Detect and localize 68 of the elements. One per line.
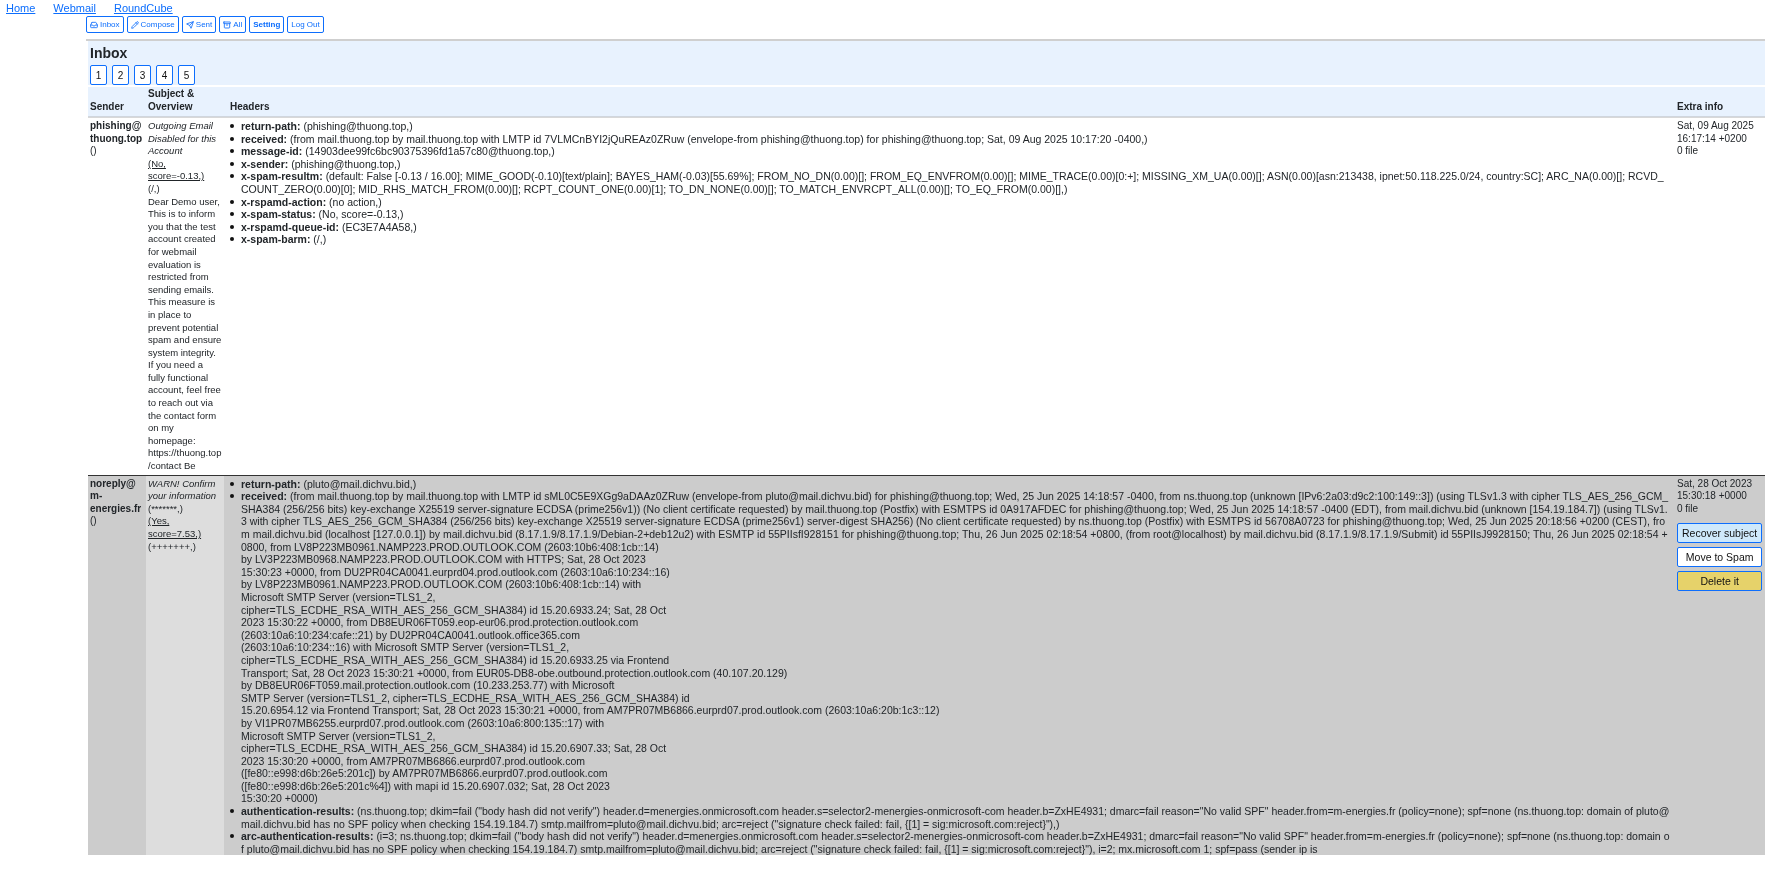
header-line: received: (from mail.thuong.top by mail.thuong.top with LMTP id 7VLMCnBYI2jQuREAz0ZRuw (envelope-from phishing@thuong.top) for phishing@thuong.top; Sat, 09 Aug 2025 10:17:20 -0400,) xyxy=(241,132,1148,146)
header-line: message-id: (14903dee99fc6bc90375396fd1a57c80@thuong.top,) xyxy=(241,145,555,158)
bullet-icon xyxy=(230,834,234,839)
bullet-icon xyxy=(230,237,234,242)
bullet-icon xyxy=(230,161,234,166)
archive-box-icon xyxy=(223,20,232,29)
column-header: Extra info xyxy=(1676,100,1725,113)
action-button[interactable]: Move to Spam xyxy=(1677,547,1763,568)
bullet-icon xyxy=(230,212,234,217)
bullet-icon xyxy=(230,494,234,499)
page-button[interactable]: 1 xyxy=(90,65,107,85)
bullet-icon xyxy=(230,481,234,486)
sender-address: phishing@thuong.top xyxy=(90,120,143,144)
sender-name: () xyxy=(90,145,97,157)
sender-address: noreply@m-energies.fr xyxy=(90,477,142,514)
bullet-icon xyxy=(230,809,234,814)
subject-title: WARN! Confirm your information xyxy=(148,477,217,502)
sender-name: () xyxy=(90,515,97,527)
bullet-icon xyxy=(230,136,234,141)
header-line: arc-authentication-results: (i=3; ns.thuong.top; dkim=fail ("body hash did not verify") header.d=menergies.onmicrosoft.com header.s=selector2-menergies-onmicrosoft-com header.b=ZxHE4931; dmarc=fail reason="No valid SPF" header.from=m-energies.fr (policy=none); spf=none (ns.thuong.top: domain of pluto@mail.dichvu.bid has no SPF policy when checking 154.19.184.7) smtp.mailfrom=pluto@mail.dichvu.bid; arc=reject ("signature check failed: fail, {[1] = sig:microsoft.com:reject}"), i=2; mx.microsoft.com 1; spf=pass (sender ip is xyxy=(241,830,1671,856)
bullet-icon xyxy=(230,174,234,179)
header-line: x-spam-barm: (/,) xyxy=(241,233,327,246)
nav-link[interactable]: Home xyxy=(6,2,36,14)
bullet-icon xyxy=(230,149,234,154)
header-line: x-spam-resultm: (default: False [-0.13 / 16.00]; MIME_GOOD(-0.10)[text/plain]; BAYES_HAM(-0.03)[55.69%]; FROM_NO_DN(0.00)[]; FROM_EQ_ENVFROM(0.00)[]; MIME_TRACE(0.00)[0:+]; MISSING_XM_UA(0.00)[]; ASN(0.00)[asn:213438, ipnet:50.118.225.0/24, country:SC]; ARC_NA(0.00)[]; RCVD_COUNT_ZERO(0.00)[0]; MID_RHS_MATCH_FROM(0.00)[]; RCPT_COUNT_ONE(0.00)[1]; TO_DN_NONE(0.00)[]; TO_MATCH_ENVRCPT_ALL(0.00)[]; TO_EQ_FROM(0.00)[],) xyxy=(241,170,1665,196)
spam-score-link[interactable]: (Yes, score=7.53,) xyxy=(148,515,222,541)
subject-title: Outgoing Email Disabled for this Account xyxy=(148,120,217,157)
overview-text: Dear Demo user, This is to inform you that the test account created for webmail evaluation is restricted from sending emails. This measure is in place to prevent potential spam and ensure system integrity. If you need a fully functional account, feel free to reach out via the contact form on my homepage: https://thuong.top/contact Be xyxy=(148,195,222,473)
toolbar-button[interactable]: Compose xyxy=(126,16,179,33)
date-text: Sat, 28 Oct 2023 15:30:18 +0000 xyxy=(1677,477,1754,503)
header-line: x-sender: (phishing@thuong.top,) xyxy=(241,157,401,171)
toolbar-button[interactable]: Sent xyxy=(181,16,217,33)
action-button[interactable]: Delete it xyxy=(1677,571,1763,592)
paper-plane-icon xyxy=(185,20,194,29)
column-header: Sender xyxy=(89,100,125,113)
header-line: return-path: (pluto@mail.dichvu.bid,) xyxy=(241,477,417,491)
bullet-icon xyxy=(230,124,234,128)
header-line: x-rspamd-action: (no action,) xyxy=(241,195,382,209)
page-title: Inbox xyxy=(90,45,129,61)
column-header: Subject & Overview xyxy=(147,87,196,113)
toolbar-button[interactable]: Setting xyxy=(249,16,285,33)
page-button[interactable]: 5 xyxy=(178,65,195,85)
toolbar-button[interactable]: Log Out xyxy=(287,16,324,33)
page-button[interactable]: 3 xyxy=(134,65,151,85)
pencil-icon xyxy=(130,20,139,29)
page-button[interactable]: 2 xyxy=(112,65,129,85)
header-line: x-rspamd-queue-id: (EC3E7A4A58,) xyxy=(241,220,417,234)
flag-text: (+++++++,) xyxy=(148,540,196,552)
nav-link[interactable]: RoundCube xyxy=(113,2,173,14)
bullet-icon xyxy=(230,224,234,229)
header-line: received: (from mail.thuong.top by mail.thuong.top with LMTP id sML0C5E9XGg9aDAAz0ZRuw (envelope-from pluto@mail.dichvu.bid) for phishing@thuong.top; Wed, 25 Jun 2025 14:18:57 -0400, from ns.thuong.top (unknown [IPv6:2a03:d9c2:100:149::3]) (using TLSv1.3 with cipher TLS_AES_256_GCM_SHA384 (256/256 bits) key-exchange X25519 server-signature ECDSA (prime256v1)) (No client certificate requested) by mail.thuong.top (Postfix) with ESMTPS id 0A917AFDEC for phishing@thuong.top; Wed, 25 Jun 2025 14:18:57 -0400 (EDT), from mail.dichvu.bid (unknown [154.19.184.7]) (using TLSv1.3 with cipher TLS_AES_256_GCM_SHA384 (256/256 bits) key-exchange X25519 server-signature ECDSA (prime256v1) server-digest SHA256) (No client certificate requested) by ns.thuong.top (Postfix) with ESMTPS id 56708A0723 for phishing@thuong.top; Wed, 25 Jun 2025 20:18:56 +0200 (CEST), from mail.dichvu.bid (localhost [127.0.0.1]) by mail.dichvu.bid (8.17.1.9/8.17.1.9/Debian-2+deb12u2) with ESMTP id 55PIIsfI928151 for phishing@thuong.top; Thu, 26 Jun 2025 02:18:54 +0800, (from root@localhost) by mail.dichvu.bid (8.17.1.9/8.17.1.9/Submit) id 55PIIsJ9928150; Thu, 26 Jun 2025 02:18:54 +0800, from LV8P223MB0961.NAMP223.PROD.OUTLOOK.COM (2603:10b6:408:1cb::14) by LV3P223MB0968.NAMP223.PROD.OUTLOOK.COM with HTTPS; Sat, 28 Oct 2023 15:30:23 +0000, from DU2PR04CA0041.eurprd04.prod.outlook.com (2603:10a6:10:234::16) by LV8P223MB0961.NAMP223.PROD.OUTLOOK.COM (2603:10b6:408:1cb::14) with Microsoft SMTP Server (version=TLS1_2, cipher=TLS_ECDHE_RSA_WITH_AES_256_GCM_SHA384) id 15.20.6933.24; Sat, 28 Oct 2023 15:30:22 +0000, from DB8EUR06FT059.eop-eur06.prod.protection.outlook.com (2603:10a6:10:234:cafe::21) by DU2PR04CA0041.outlook.office365.com (2603:10a6:10:234::16) with Microsoft SMTP Server (version=TLS1_2, cipher=TLS_ECDHE_RSA_WITH_AES_256_GCM_SHA384) id 15.20.6933.25 via Frontend Transport; Sat, 28 Oct 2023 15:30:21 +0000, from EUR05-DB8-obe.outbound.protection.outlook.com (40.107.20.129) by DB8EUR06FT059.mail.protection.outlook.com (10.233.253.77) with Microsoft SMTP Server (version=TLS1_2, cipher=TLS_ECDHE_RSA_WITH_AES_256_GCM_SHA384) id 15.20.6954.12 via Frontend Transport; Sat, 28 Oct 2023 15:30:21 +0000, from AM7PR07MB6866.eurprd07.prod.outlook.com (2603:10a6:20b:1c3::12) by VI1PR07MB6255.eurprd07.prod.outlook.com (2603:10a6:800:135::17) with Microsoft SMTP Server (version=TLS1_2, cipher=TLS_ECDHE_RSA_WITH_AES_256_GCM_SHA384) id 15.20.6907.33; Sat, 28 Oct 2023 15:30:20 +0000, from AM7PR07MB6866.eurprd07.prod.outlook.com ([fe80::e998:d6b:26e5:201c]) by AM7PR07MB6866.eurprd07.prod.outlook.com ([fe80::e998:d6b:26e5:201c%4]) with mapi id 15.20.6907.032; Sat, 28 Oct 2023 15:30:20 +0000) xyxy=(241,490,1670,806)
header-line: return-path: (phishing@thuong.top,) xyxy=(241,120,413,133)
bullet-icon xyxy=(230,199,234,204)
header-line: x-spam-status: (No, score=-0.13,) xyxy=(241,208,404,221)
flag-text: (/,) xyxy=(148,182,160,194)
spam-score-link[interactable]: (No, score=-0.13,) xyxy=(148,157,222,183)
tray-icon xyxy=(90,20,98,29)
date-text: Sat, 09 Aug 2025 16:17:14 +0200 xyxy=(1677,120,1755,146)
nav-link[interactable]: Webmail xyxy=(53,2,96,14)
toolbar-button[interactable]: All xyxy=(219,16,247,33)
column-header: Headers xyxy=(229,100,271,113)
file-count: 0 file xyxy=(1677,145,1699,158)
flag-text: (*******,) xyxy=(148,502,183,514)
action-button[interactable]: Recover subject xyxy=(1677,523,1763,544)
page-button[interactable]: 4 xyxy=(156,65,173,85)
toolbar-button[interactable]: Inbox xyxy=(86,16,124,33)
header-line: authentication-results: (ns.thuong.top; dkim=fail ("body hash did not verify") header.d=menergies.onmicrosoft.com header.s=selector2-menergies-onmicrosoft-com header.b=ZxHE4931; dmarc=fail reason="No valid SPF" header.from=m-energies.fr (policy=none); spf=none (ns.thuong.top: domain of pluto@mail.dichvu.bid has no SPF policy when checking 154.19.184.7) smtp.mailfrom=pluto@mail.dichvu.bid; arc=reject ("signature check failed: fail, {[1] = sig:microsoft.com:reject}"),) xyxy=(241,805,1671,831)
file-count: 0 file xyxy=(1677,502,1699,516)
